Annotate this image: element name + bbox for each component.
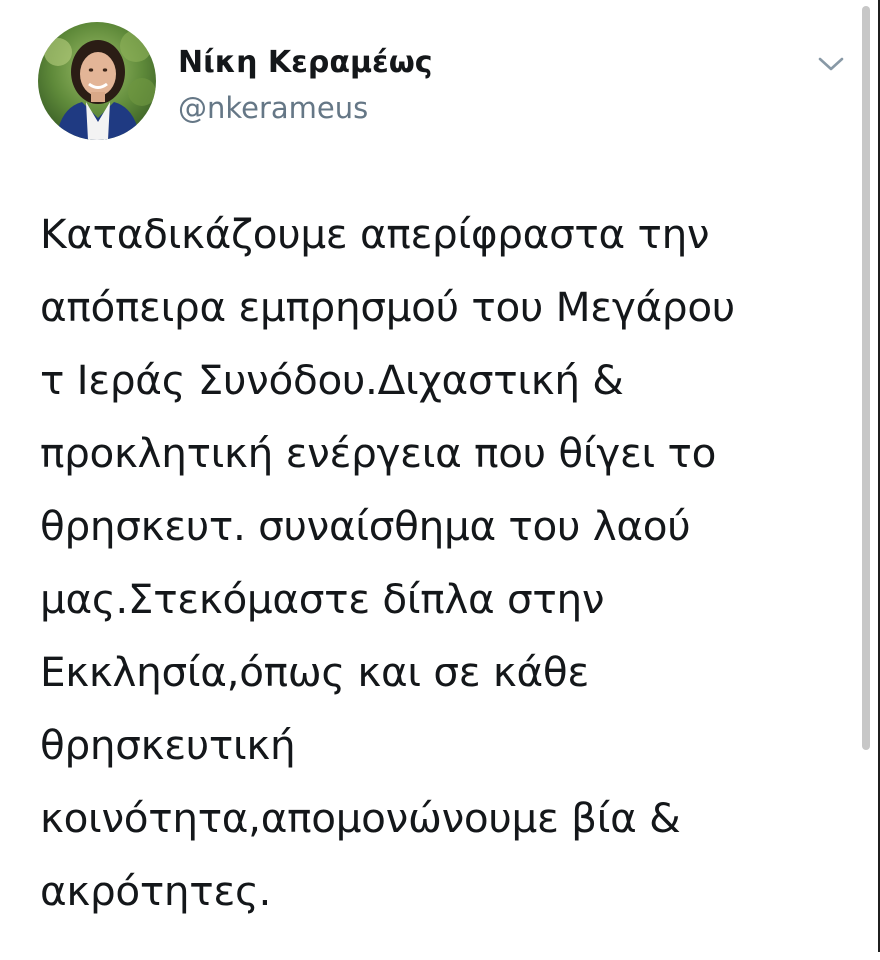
tweet-line: ακρότητες. xyxy=(40,867,272,915)
more-options-button[interactable] xyxy=(814,52,848,76)
chevron-down-icon xyxy=(818,57,844,71)
tweet-line: απόπειρα εμπρησμού του Μεγάρου xyxy=(40,283,735,331)
user-handle[interactable]: @nkerameus xyxy=(178,88,433,128)
tweet-card: Νίκη Κεραμέως @nkerameus Καταδικάζουμε α… xyxy=(0,0,880,960)
tweet-line: τ Ιεράς Συνόδου.Διχαστική & xyxy=(40,356,624,404)
tweet-line: προκλητική ενέργεια που θίγει το xyxy=(40,429,717,477)
tweet-line: θρησκευτ. συναίσθημα του λαού xyxy=(40,502,691,550)
display-name[interactable]: Νίκη Κεραμέως xyxy=(178,44,433,82)
tweet-line: κοινότητα,απομονώνουμε βία & xyxy=(40,794,681,842)
tweet-line: μας.Στεκόμαστε δίπλα στην xyxy=(40,575,605,623)
tweet-line: Εκκλησία,όπως και σε κάθε xyxy=(40,648,589,696)
profile-photo-icon xyxy=(38,22,156,140)
author-names: Νίκη Κεραμέως @nkerameus xyxy=(178,44,433,128)
bottom-edge xyxy=(0,952,880,960)
tweet-text: Καταδικάζουμε απερίφραστα την απόπειρα ε… xyxy=(40,198,840,928)
scrollbar[interactable] xyxy=(862,6,870,750)
tweet-line: Καταδικάζουμε απερίφραστα την xyxy=(40,210,710,258)
tweet-header: Νίκη Κεραμέως @nkerameus xyxy=(38,22,433,144)
tweet-line: θρησκευτική xyxy=(40,721,296,769)
avatar[interactable] xyxy=(38,22,156,140)
